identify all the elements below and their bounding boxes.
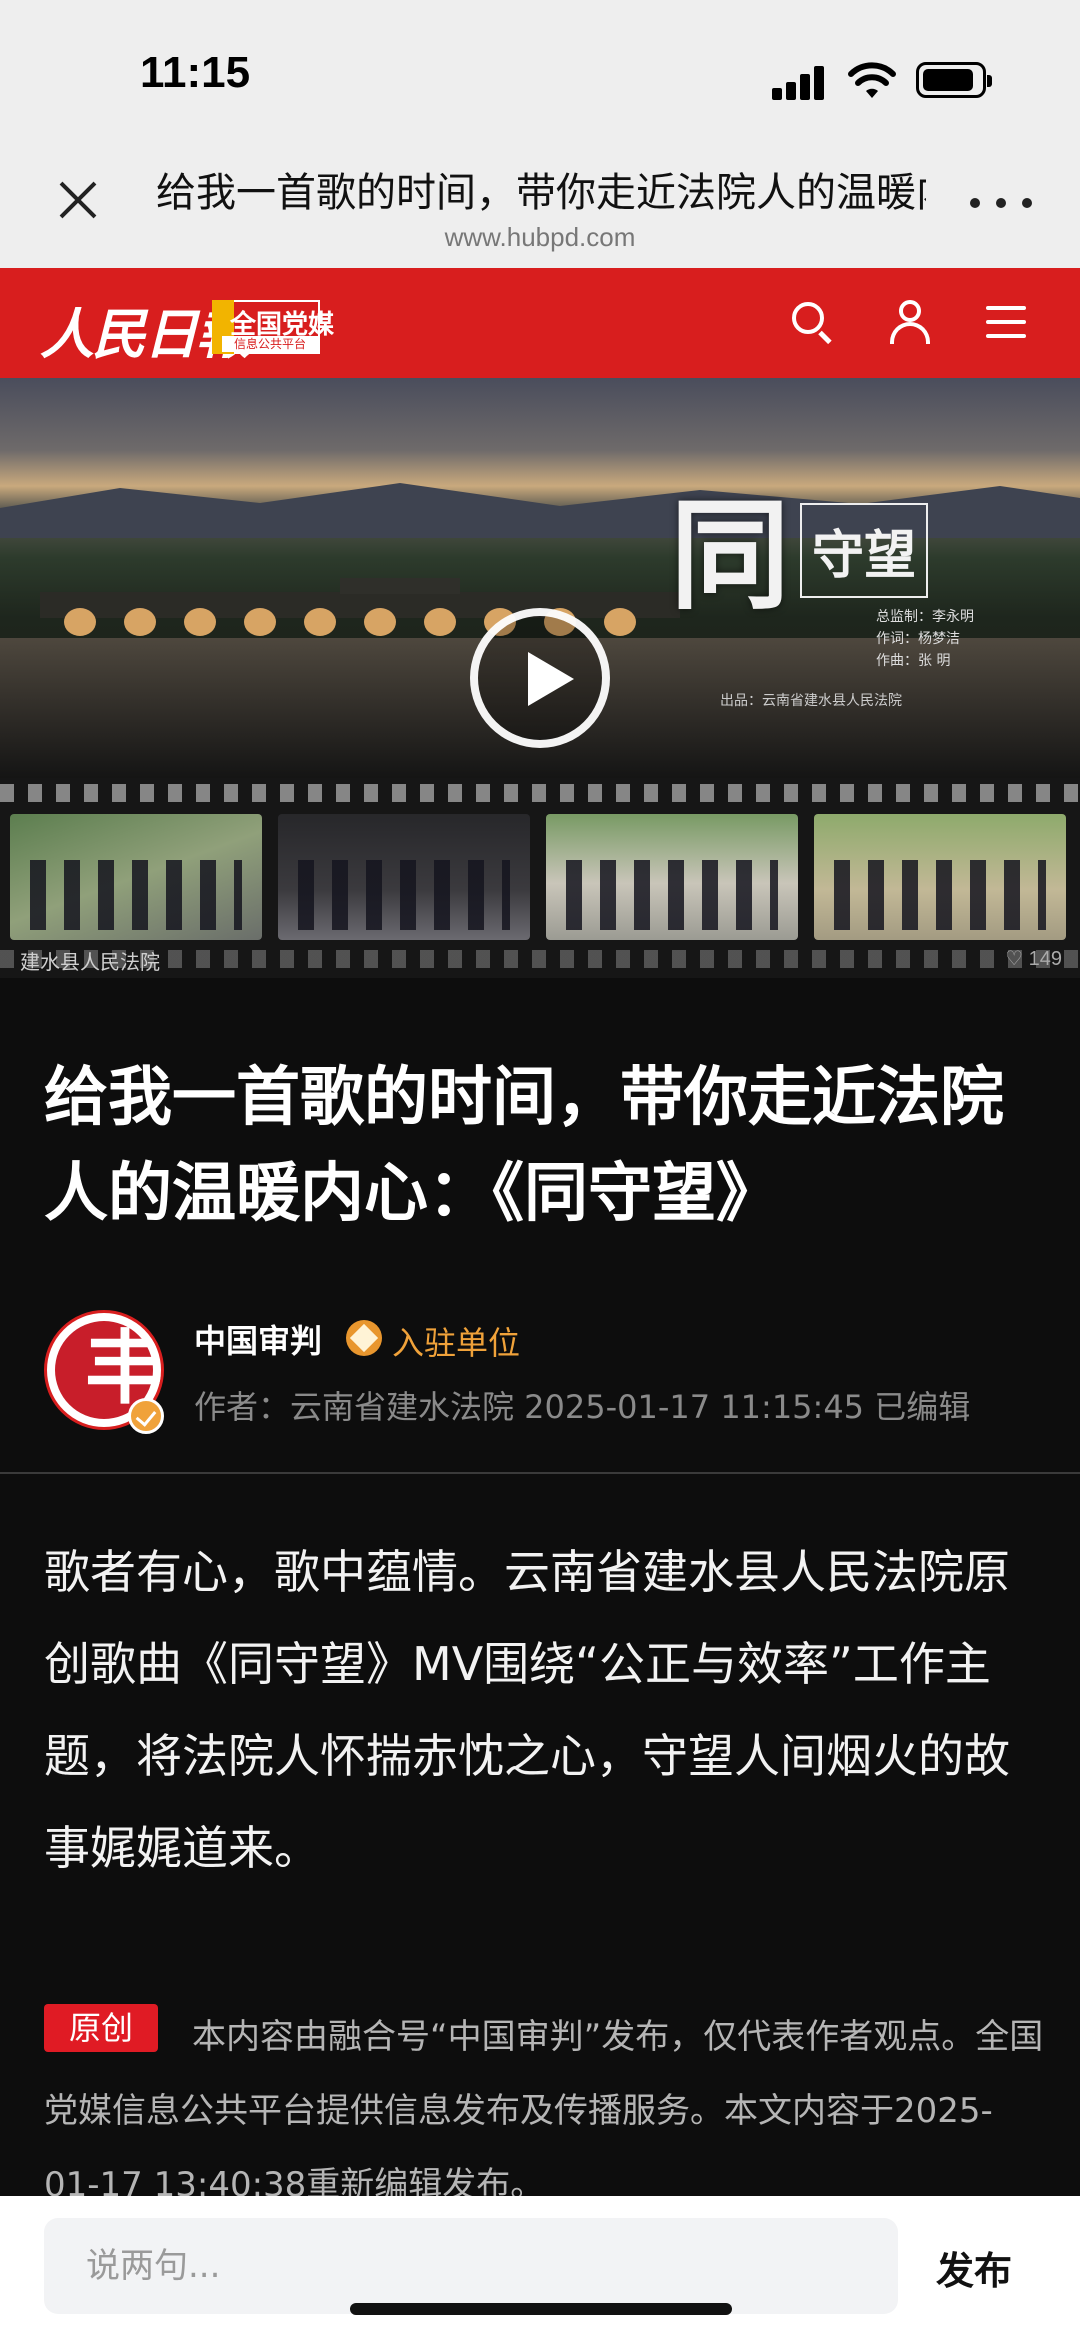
status-time: 11:15 — [140, 48, 251, 97]
film-strip: 建水县人民法院 ♡ 149 — [0, 778, 1080, 978]
video-likes-count: 149 — [1028, 948, 1062, 970]
film-frame — [814, 814, 1066, 940]
wifi-icon — [848, 62, 896, 98]
divider — [0, 1472, 1080, 1474]
comment-input[interactable] — [44, 2218, 898, 2314]
article-title: 给我一首歌的时间，带你走近法院人的温暖内心：《同守望》 — [44, 1061, 1004, 1231]
article-meta: 作者：云南省建水法院 2025-01-17 11:15:45 已编辑 — [194, 1388, 971, 1426]
film-frame — [278, 814, 530, 940]
browser-page-title: 给我一首歌的时间，带你走近法院人的温暖内心：《同守望》 — [156, 170, 926, 216]
status-bar: 11:15 — [0, 0, 1080, 140]
comment-bar: 发布 — [0, 2196, 1080, 2341]
article-body: 歌者有心，歌中蕴情。云南省建水县人民法院原创歌曲《同守望》MV围绕“公正与效率”… — [44, 1545, 1010, 1875]
credit-line: 作词：杨梦洁 — [876, 631, 960, 647]
home-indicator[interactable] — [350, 2303, 732, 2315]
credit-line: 作曲：张 明 — [876, 653, 951, 669]
credit-line: 总监制：李永明 — [876, 609, 974, 625]
video-account-name: 建水县人民法院 — [20, 950, 160, 974]
medal-icon — [346, 1320, 382, 1356]
browser-bar: 给我一首歌的时间，带你走近法院人的温暖内心：《同守望》 www.hubpd.co… — [0, 140, 1080, 268]
video-player[interactable]: 同 守望 总监制：李永明 作词：杨梦洁 作曲：张 明 出品：云南省建水县人民法院… — [0, 378, 1080, 978]
menu-icon[interactable] — [982, 298, 1030, 346]
browser-url: www.hubpd.com — [444, 222, 636, 252]
film-frame — [10, 814, 262, 940]
video-title-sub: 守望 — [800, 503, 929, 598]
platform-logo[interactable]: 全国党媒 信息公共平台 — [212, 300, 334, 354]
platform-logo-subtext: 信息公共平台 — [222, 336, 318, 352]
close-icon[interactable] — [48, 170, 108, 230]
site-header: 人民日報 全国党媒 信息公共平台 — [0, 268, 1080, 378]
cellular-signal-icon — [772, 64, 832, 100]
film-frame — [546, 814, 798, 940]
author-name[interactable]: 中国审判 — [194, 1316, 322, 1362]
search-icon[interactable] — [788, 298, 836, 346]
author-badge: 入驻单位 — [392, 1324, 521, 1362]
article-footnote: 本内容由融合号“中国审判”发布，仅代表作者观点。全国党媒信息公共平台提供信息发布… — [44, 2017, 1044, 2205]
verified-icon — [128, 1398, 164, 1434]
video-credits: 总监制：李永明 作词：杨梦洁 作曲：张 明 — [876, 606, 974, 672]
video-likes: ♡ 149 — [1005, 948, 1062, 970]
video-producer: 出品：云南省建水县人民法院 — [720, 693, 902, 709]
user-icon[interactable] — [886, 298, 934, 346]
battery-icon — [916, 62, 992, 98]
video-title-main: 同 — [670, 485, 790, 626]
more-options-icon[interactable] — [970, 188, 1040, 218]
play-button[interactable] — [470, 608, 610, 748]
publish-button[interactable]: 发布 — [936, 2240, 1012, 2295]
